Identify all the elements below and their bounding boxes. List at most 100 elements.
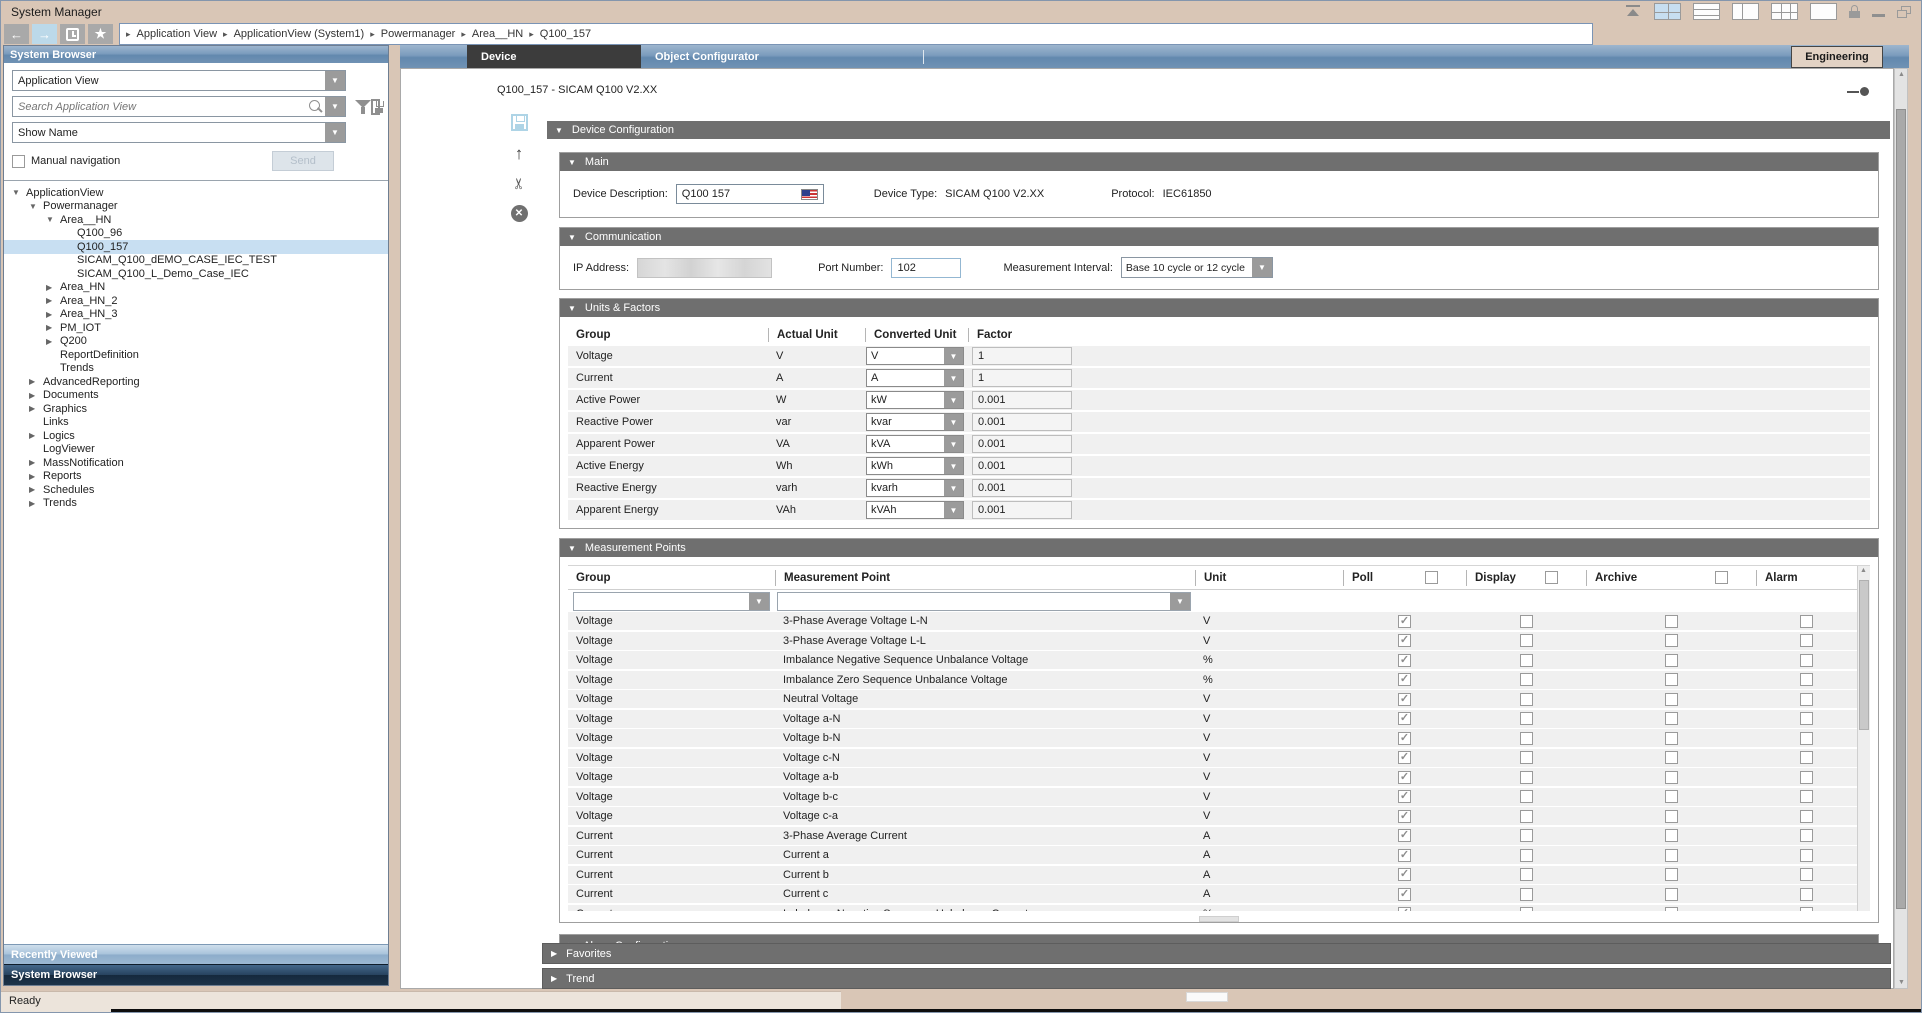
poll-checkbox[interactable]: ✓ (1398, 790, 1411, 803)
converted-unit-select[interactable]: kvarh▼ (866, 479, 964, 497)
converted-unit-select[interactable]: kVAh▼ (866, 501, 964, 519)
tree-item-LogViewer[interactable]: LogViewer (4, 443, 388, 457)
layout-columns-icon[interactable] (1732, 3, 1759, 20)
display-checkbox[interactable] (1520, 712, 1533, 725)
breadcrumb-item[interactable]: Powermanager (381, 28, 456, 40)
breadcrumb-item[interactable]: Application View (137, 28, 218, 40)
tree-expanded-icon[interactable]: ▼ (12, 188, 26, 197)
tree-item-Area__HN[interactable]: ▼Area__HN (4, 213, 388, 227)
section-device-configuration[interactable]: ▼ Device Configuration (547, 121, 1890, 139)
alarm-checkbox[interactable] (1800, 810, 1813, 823)
layout-grid-icon[interactable] (1771, 3, 1798, 20)
converted-unit-select[interactable]: V▼ (866, 347, 964, 365)
display-checkbox[interactable] (1520, 693, 1533, 706)
favorites-button[interactable]: ★ (88, 24, 113, 44)
alarm-checkbox[interactable] (1800, 771, 1813, 784)
tree-item-MassNotification[interactable]: ▶MassNotification (4, 456, 388, 470)
factor-field[interactable]: 0.001 (972, 479, 1072, 497)
measurement-table-row[interactable]: VoltageVoltage a-NV✓ (568, 710, 1857, 728)
archive-checkbox[interactable] (1665, 868, 1678, 881)
filter-icon[interactable] (355, 99, 363, 115)
minimize-button[interactable] (1872, 14, 1885, 17)
measurement-table-row[interactable]: VoltageVoltage c-aV✓ (568, 807, 1857, 825)
cut-icon[interactable]: ✂ (511, 177, 526, 190)
converted-unit-select[interactable]: kvar▼ (866, 413, 964, 431)
tree-collapsed-icon[interactable]: ▶ (29, 499, 43, 508)
tree-collapsed-icon[interactable]: ▶ (46, 296, 60, 305)
section-main[interactable]: ▼ Main (560, 153, 1878, 171)
alarm-checkbox[interactable] (1800, 654, 1813, 667)
tree-item-Q100_157[interactable]: Q100_157 (4, 240, 388, 254)
engineering-button[interactable]: Engineering (1791, 46, 1883, 68)
archive-checkbox[interactable] (1665, 615, 1678, 628)
factor-field[interactable]: 1 (972, 369, 1072, 387)
system-browser-bar[interactable]: System Browser (4, 964, 388, 985)
recently-viewed-bar[interactable]: Recently Viewed (4, 944, 388, 964)
tree-item-Links[interactable]: Links (4, 416, 388, 430)
tree-expanded-icon[interactable]: ▼ (29, 202, 43, 211)
display-checkbox[interactable] (1520, 634, 1533, 647)
measurement-table-row[interactable]: VoltageNeutral VoltageV✓ (568, 690, 1857, 708)
archive-checkbox[interactable] (1665, 810, 1678, 823)
tree-collapsed-icon[interactable]: ▶ (29, 404, 43, 413)
tree-item-Powermanager[interactable]: ▼Powermanager (4, 200, 388, 214)
tree-expanded-icon[interactable]: ▼ (46, 215, 60, 224)
archive-checkbox[interactable] (1665, 634, 1678, 647)
tree-item-Logics[interactable]: ▶Logics (4, 429, 388, 443)
poll-checkbox[interactable]: ✓ (1398, 693, 1411, 706)
history-button[interactable] (60, 24, 85, 44)
scrollbar-thumb[interactable] (1896, 109, 1906, 909)
archive-checkbox[interactable] (1665, 654, 1678, 667)
alarm-checkbox[interactable] (1800, 868, 1813, 881)
poll-checkbox[interactable]: ✓ (1398, 829, 1411, 842)
display-checkbox[interactable] (1520, 654, 1533, 667)
tree-collapsed-icon[interactable]: ▶ (46, 337, 60, 346)
save-device-icon[interactable] (511, 114, 528, 131)
display-checkbox[interactable] (1520, 810, 1533, 823)
tree-collapsed-icon[interactable]: ▶ (46, 323, 60, 332)
scroll-up-icon[interactable]: ▲ (1898, 71, 1905, 78)
poll-checkbox[interactable]: ✓ (1398, 634, 1411, 647)
breadcrumb-item[interactable]: Area__HN (472, 28, 523, 40)
measurement-table-scrollbar[interactable]: ▲ (1857, 566, 1870, 911)
alarm-checkbox[interactable] (1800, 888, 1813, 901)
tree-collapsed-icon[interactable]: ▶ (29, 391, 43, 400)
poll-checkbox[interactable]: ✓ (1398, 849, 1411, 862)
display-checkbox[interactable] (1520, 888, 1533, 901)
tree-collapsed-icon[interactable]: ▶ (46, 283, 60, 292)
tree-item-ReportDefinition[interactable]: ReportDefinition (4, 348, 388, 362)
alarm-checkbox[interactable] (1800, 849, 1813, 862)
tree-item-Q200[interactable]: ▶Q200 (4, 335, 388, 349)
tab-object-configurator[interactable]: Object Configurator (641, 45, 773, 68)
measurement-interval-select[interactable]: Base 10 cycle or 12 cycle ▼ (1121, 257, 1273, 278)
tree-item-Area_HN[interactable]: ▶Area_HN (4, 281, 388, 295)
measurement-table-row[interactable]: Voltage3-Phase Average Voltage L-NV✓ (568, 612, 1857, 630)
poll-checkbox[interactable]: ✓ (1398, 712, 1411, 725)
tree-item-Graphics[interactable]: ▶Graphics (4, 402, 388, 416)
chevron-down-icon[interactable]: ▼ (944, 392, 963, 408)
chevron-down-icon[interactable]: ▼ (944, 480, 963, 496)
tree-item-Documents[interactable]: ▶Documents (4, 389, 388, 403)
layout-single-icon[interactable] (1810, 3, 1837, 20)
cancel-icon[interactable]: ✕ (511, 205, 528, 222)
panel-scrollbar[interactable]: ▲ ▼ (1894, 68, 1908, 989)
chevron-down-icon[interactable]: ▼ (1170, 593, 1190, 610)
poll-checkbox[interactable]: ✓ (1398, 888, 1411, 901)
archive-checkbox[interactable] (1665, 790, 1678, 803)
tree-collapsed-icon[interactable]: ▶ (29, 485, 43, 494)
converted-unit-select[interactable]: kVA▼ (866, 435, 964, 453)
back-button[interactable]: ← (4, 24, 29, 44)
manual-navigation-checkbox[interactable] (12, 155, 25, 168)
archive-checkbox[interactable] (1665, 829, 1678, 842)
poll-checkbox[interactable]: ✓ (1398, 907, 1411, 911)
poll-checkbox[interactable]: ✓ (1398, 615, 1411, 628)
alarm-checkbox[interactable] (1800, 907, 1813, 911)
alarm-checkbox[interactable] (1800, 751, 1813, 764)
tree-collapsed-icon[interactable]: ▶ (46, 310, 60, 319)
collapse-panel-icon[interactable] (1624, 5, 1642, 19)
display-checkbox[interactable] (1520, 615, 1533, 628)
device-description-field[interactable]: Q100 157 (676, 184, 824, 204)
measurement-table-row[interactable]: Current3-Phase Average CurrentA✓ (568, 827, 1857, 845)
display-checkbox[interactable] (1520, 732, 1533, 745)
chevron-down-icon[interactable]: ▼ (944, 458, 963, 474)
